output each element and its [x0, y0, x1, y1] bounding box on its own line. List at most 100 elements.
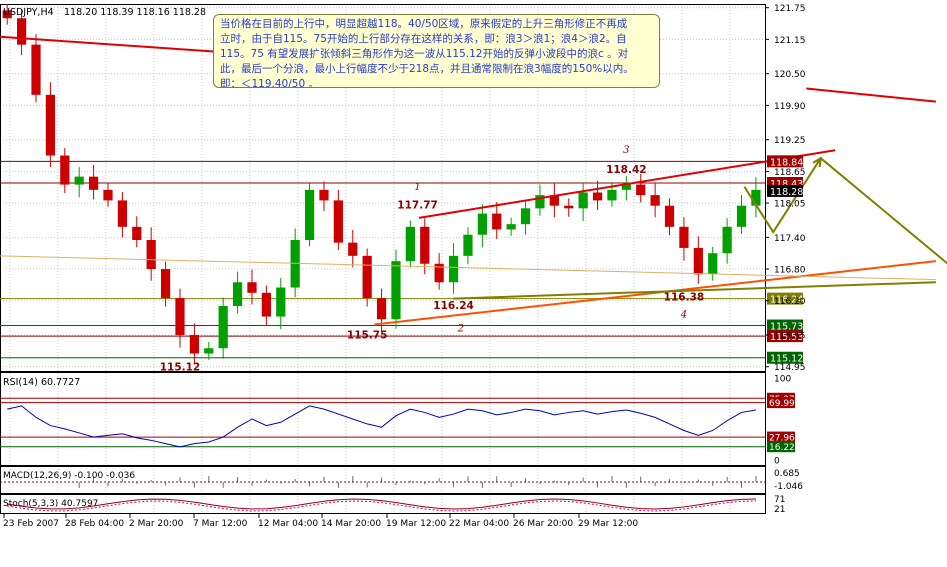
y-axis-tick-label: 116.80	[774, 266, 806, 276]
rsi-axis-label: 100	[774, 375, 791, 385]
stoch-axis-top: 71	[774, 495, 785, 505]
candle-body	[276, 287, 286, 317]
wave-count-label: 3	[623, 145, 629, 156]
analysis-annotation-box: 当价格在目前的上行中，明显超越118。40/50区域，原来假定的上升三角形修正不…	[213, 14, 660, 88]
candle-body	[45, 94, 56, 156]
candle-body	[319, 189, 329, 201]
price-annotation-label: 115.75	[347, 330, 388, 342]
candle-body	[204, 348, 214, 354]
y-axis-tick-label: 121.75	[774, 4, 806, 14]
candle-body	[333, 200, 343, 243]
macd-title: MACD(12,26,9) -0.100 -0.036	[3, 471, 135, 481]
y-axis-tick-label: 121.15	[774, 36, 806, 46]
candle-body	[362, 255, 372, 299]
price-annotation-label: 116.24	[433, 300, 474, 312]
candle-body	[693, 247, 703, 275]
price-level-label: 118.84	[770, 157, 803, 168]
y-axis-tick-label: 116.20	[774, 297, 806, 307]
candle-body	[448, 255, 459, 283]
candle-body	[232, 282, 243, 307]
rsi-title: RSI(14) 60.7727	[3, 377, 80, 388]
candle-body	[592, 192, 603, 201]
candle-body	[88, 176, 99, 190]
wedge-lower-line	[374, 260, 937, 326]
candle-body	[261, 292, 271, 317]
x-axis-tick-label: 29 Mar 12:00	[578, 519, 638, 529]
annotation-line-3: 115。75 有望发展扩张倾斜三角形作为这一波从115.12开始的反弹小波段中的…	[220, 48, 629, 60]
candle-body	[247, 282, 257, 293]
candle-body	[218, 306, 228, 349]
wave-count-label: 2	[457, 323, 464, 334]
candle-body	[405, 226, 415, 262]
candle-body	[117, 200, 127, 227]
wave-count-label: 1	[414, 182, 420, 193]
y-axis-tick-label: 118.05	[774, 200, 806, 210]
stoch-title: Stoch(5,3,3) 40.7597	[3, 499, 98, 509]
y-axis-tick-label: 115.55	[774, 332, 806, 342]
chart-symbol-label: USDJPY,H4	[3, 7, 54, 18]
candle-body	[160, 269, 171, 299]
candle-body	[664, 205, 675, 227]
candle-body	[103, 189, 113, 201]
annotation-line-2: 立时，由于自115。75开始的上行部分存在这样的关系，即：浪3＞浪1；浪4＞浪2…	[220, 33, 627, 45]
x-axis-tick-label: 2 Mar 20:00	[129, 519, 184, 529]
y-axis-tick-label: 117.40	[774, 234, 806, 244]
candle-body	[736, 205, 747, 227]
x-axis-tick-label: 26 Mar 20:00	[513, 519, 573, 529]
candle-body	[463, 234, 473, 256]
candle-body	[175, 298, 185, 336]
wave-count-label: 4	[680, 310, 687, 321]
candle-body	[607, 189, 617, 201]
candle-body	[376, 298, 387, 320]
x-axis-tick-label: 28 Feb 04:00	[65, 519, 124, 529]
candle-body	[31, 44, 41, 95]
candle-body	[492, 213, 502, 230]
x-axis-tick-label: 12 Mar 04:00	[258, 519, 318, 529]
rsi-axis-label: 0	[774, 457, 780, 467]
candle-body	[564, 205, 574, 209]
candle-body	[477, 213, 487, 235]
y-axis-tick-label: 118.65	[774, 168, 806, 178]
y-axis-tick-label: 114.95	[774, 363, 806, 373]
candle-body	[420, 226, 430, 264]
y-axis-tick-label: 119.90	[774, 102, 806, 112]
price-annotation-label: 117.77	[397, 199, 438, 211]
y-axis-tick-label: 120.50	[774, 70, 806, 80]
x-axis-tick-label: 19 Mar 12:00	[386, 519, 446, 529]
candle-body	[132, 226, 142, 241]
candle-body	[146, 240, 156, 270]
rsi-level-label: 69.99	[769, 399, 795, 409]
rsi-level-label: 16.22	[769, 443, 795, 453]
candle-body	[679, 226, 689, 248]
candle-body	[391, 261, 401, 320]
annotation-line-4: 此，最后一个分浪，最小上行幅度不少于218点，并且通常限制在浪3幅度的150%以…	[220, 63, 634, 75]
price-annotation-label: 116.38	[664, 292, 705, 304]
candle-body	[636, 184, 646, 196]
upper-downtrend-line-right	[806, 87, 937, 103]
candle-body	[708, 253, 718, 275]
candle-body	[74, 176, 84, 185]
annotation-line-1: 当价格在目前的上行中，明显超越118。40/50区域，原来假定的上升三角形修正不…	[220, 18, 628, 30]
candle-body	[650, 195, 660, 206]
candle-body	[189, 335, 199, 354]
price-annotation-label: 115.12	[160, 361, 201, 373]
y-axis-tick-label: 119.25	[774, 136, 806, 146]
candle-body	[520, 208, 531, 225]
x-axis-tick-label: 22 Mar 04:00	[449, 519, 509, 529]
x-axis-tick-label: 23 Feb 2007	[3, 519, 59, 529]
candle-body	[506, 224, 516, 230]
macd-axis-bottom: -1.046	[774, 482, 803, 492]
x-axis-tick-label: 14 Mar 20:00	[321, 519, 381, 529]
candle-body	[348, 242, 358, 256]
candle-body	[304, 189, 315, 241]
panel-border	[0, 372, 766, 466]
macd-axis-top: 0.685	[774, 469, 800, 479]
stoch-axis-bottom: 21	[774, 505, 785, 515]
annotation-line-5: 即：＜119.40/50 。	[220, 78, 319, 88]
candle-body	[60, 155, 70, 185]
x-axis-tick-label: 7 Mar 12:00	[193, 519, 248, 529]
price-level-label: 118.28	[770, 187, 803, 198]
candle-body	[16, 18, 27, 45]
candle-body	[578, 192, 588, 209]
chart-ohlc-values: 118.20 118.39 118.16 118.28	[64, 7, 206, 18]
